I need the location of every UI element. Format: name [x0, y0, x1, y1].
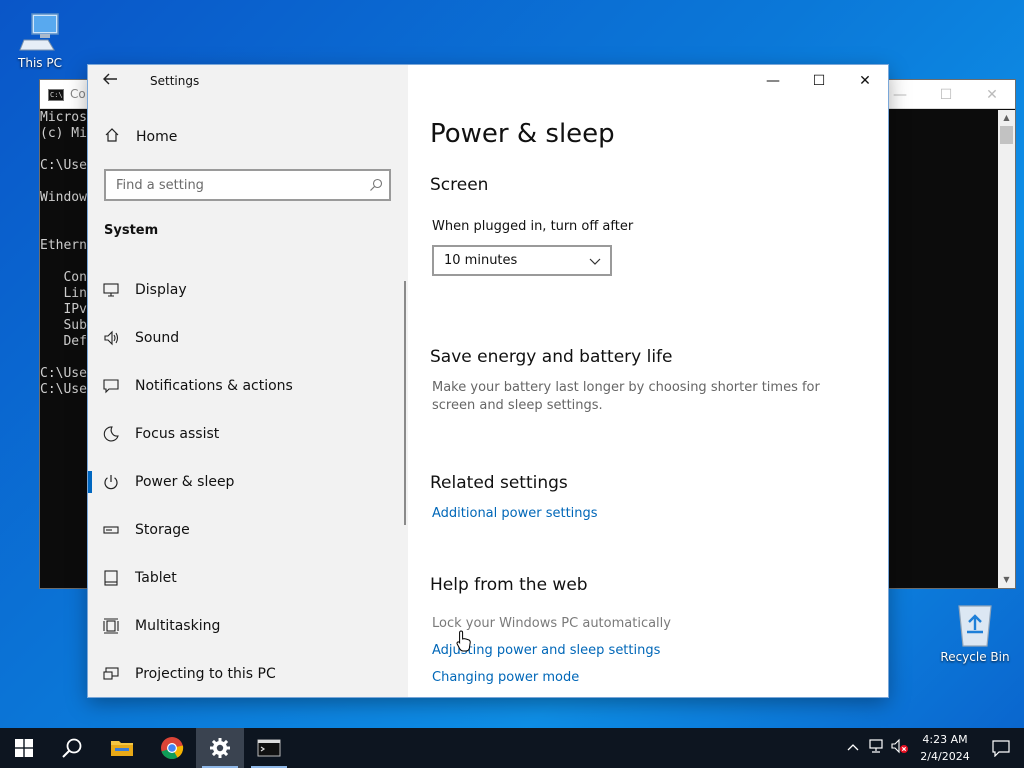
console-maximize-button[interactable]: ☐	[923, 80, 969, 109]
additional-power-settings-link[interactable]: Additional power settings	[432, 506, 598, 521]
clock-date: 2/4/2024	[920, 750, 970, 763]
recycle-bin-desktop-icon[interactable]: Recycle Bin	[937, 602, 1013, 664]
system-tray: 4:23 AM 2/4/2024	[842, 728, 1024, 768]
show-hidden-icons-chevron-icon[interactable]	[842, 739, 864, 758]
console-close-button[interactable]: ✕	[969, 80, 1015, 109]
multitasking-icon	[103, 618, 119, 634]
close-button[interactable]: ✕	[842, 65, 888, 97]
help-from-web-heading: Help from the web	[430, 575, 588, 595]
plugged-in-label: When plugged in, turn off after	[432, 219, 634, 234]
find-setting-search[interactable]	[104, 169, 391, 201]
sidebar-item-power-sleep[interactable]: Power & sleep	[88, 458, 404, 506]
sidebar-item-display[interactable]: Display	[88, 266, 404, 314]
console-output: Micros (c) Mi C:\Use Window Ethern Con L…	[40, 110, 87, 397]
moon-icon	[103, 426, 119, 442]
settings-content-pane: — ☐ ✕ Power & sleep Screen When plugged …	[408, 65, 888, 697]
settings-taskbar-button[interactable]	[196, 728, 244, 768]
sidebar-item-label: Display	[135, 282, 187, 298]
sidebar-item-label: Storage	[135, 522, 190, 538]
clock[interactable]: 4:23 AM 2/4/2024	[912, 731, 978, 765]
screen-heading: Screen	[430, 175, 489, 195]
command-prompt-taskbar-button[interactable]	[245, 728, 293, 768]
sidebar-item-sound[interactable]: Sound	[88, 314, 404, 362]
sidebar-item-notifications[interactable]: Notifications & actions	[88, 362, 404, 410]
screen-timeout-dropdown[interactable]: 10 minutes	[432, 245, 612, 276]
save-energy-description: Make your battery last longer by choosin…	[432, 380, 820, 413]
home-nav-item[interactable]: Home	[104, 127, 177, 147]
sidebar-item-label: Tablet	[135, 570, 177, 586]
projecting-icon	[103, 667, 119, 680]
sidebar-item-label: Focus assist	[135, 426, 220, 442]
console-title: Co	[70, 87, 86, 101]
scroll-up-arrow-icon[interactable]: ▲	[998, 110, 1015, 126]
sidebar-item-multitasking[interactable]: Multitasking	[88, 602, 404, 650]
sidebar-item-label: Multitasking	[135, 618, 221, 634]
minimize-button[interactable]: —	[750, 65, 796, 97]
sidebar-item-projecting[interactable]: Projecting to this PC	[88, 650, 404, 697]
system-nav-list: Display Sound Notifications & actions Fo…	[88, 266, 404, 697]
action-center-button[interactable]	[978, 739, 1024, 757]
display-icon	[103, 283, 119, 297]
search-taskbar-button[interactable]	[48, 728, 96, 768]
system-section-heading: System	[104, 223, 159, 238]
page-title: Power & sleep	[430, 119, 615, 149]
sidebar-item-label: Notifications & actions	[135, 378, 293, 394]
home-icon	[105, 128, 119, 142]
help-link-lock-pc[interactable]: Lock your Windows PC automatically	[432, 616, 671, 631]
notifications-icon	[103, 379, 119, 394]
app-title: Settings	[150, 74, 200, 88]
chrome-icon	[161, 737, 184, 760]
console-scroll-thumb[interactable]	[1000, 126, 1013, 144]
start-button[interactable]	[0, 728, 48, 768]
sidebar-item-focus-assist[interactable]: Focus assist	[88, 410, 404, 458]
sidebar-item-label: Power & sleep	[135, 474, 235, 490]
home-label: Home	[136, 129, 178, 145]
back-arrow-icon	[103, 73, 117, 85]
back-button[interactable]	[102, 71, 124, 91]
this-pc-desktop-icon[interactable]: This PC	[2, 10, 78, 70]
folder-icon	[111, 741, 133, 756]
save-energy-heading: Save energy and battery life	[430, 347, 673, 367]
sidebar-item-label: Projecting to this PC	[135, 666, 276, 682]
recycle-bin-label: Recycle Bin	[940, 650, 1010, 664]
search-icon	[62, 738, 82, 758]
console-scrollbar[interactable]: ▲ ▼	[998, 110, 1015, 588]
chevron-down-icon	[589, 258, 601, 265]
cmd-icon: C:\	[48, 89, 64, 101]
sidebar-item-tablet[interactable]: Tablet	[88, 554, 404, 602]
help-link-changing-power-mode[interactable]: Changing power mode	[432, 670, 579, 685]
settings-nav-pane: Settings Home System Display Sound Notif…	[88, 65, 408, 697]
network-icon[interactable]	[864, 738, 888, 758]
sound-icon	[104, 330, 119, 346]
tablet-icon	[104, 570, 118, 586]
maximize-button[interactable]: ☐	[796, 65, 842, 97]
nav-scrollbar[interactable]	[404, 281, 406, 525]
related-settings-heading: Related settings	[430, 473, 568, 493]
computer-icon	[19, 13, 59, 51]
gear-icon	[210, 738, 230, 758]
screen-timeout-value: 10 minutes	[444, 253, 518, 268]
search-input[interactable]	[106, 171, 346, 199]
power-icon	[104, 475, 118, 490]
terminal-icon	[257, 739, 281, 757]
this-pc-label: This PC	[18, 56, 62, 70]
storage-icon	[103, 526, 119, 534]
sidebar-item-storage[interactable]: Storage	[88, 506, 404, 554]
volume-muted-icon[interactable]	[888, 738, 912, 758]
search-icon	[370, 178, 383, 191]
file-explorer-taskbar-button[interactable]	[98, 728, 146, 768]
notification-icon	[992, 740, 1010, 757]
sidebar-item-label: Sound	[135, 330, 180, 346]
settings-window: Settings Home System Display Sound Notif…	[88, 65, 888, 697]
windows-logo-icon	[15, 739, 33, 757]
hand-cursor-icon	[456, 630, 472, 656]
taskbar: 4:23 AM 2/4/2024	[0, 728, 1024, 768]
recycle-bin-icon	[958, 605, 992, 647]
chrome-taskbar-button[interactable]	[148, 728, 196, 768]
scroll-down-arrow-icon[interactable]: ▼	[998, 572, 1015, 588]
clock-time: 4:23 AM	[922, 733, 968, 746]
